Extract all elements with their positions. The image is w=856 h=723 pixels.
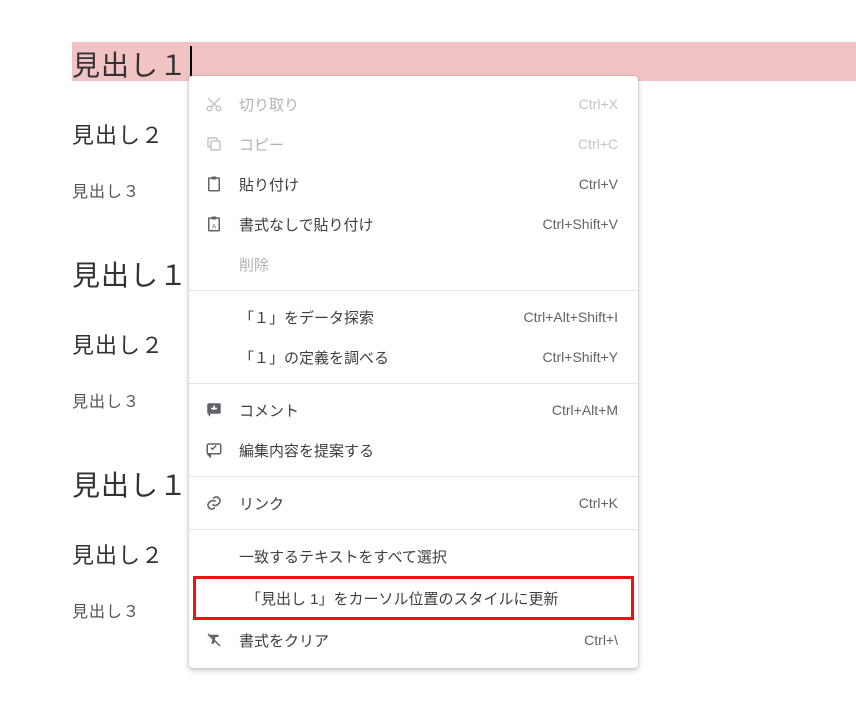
context-menu: 切り取り Ctrl+X コピー Ctrl+C 貼り付け Ctrl+V A 書式な…: [189, 76, 638, 668]
menu-item-comment[interactable]: コメント Ctrl+Alt+M: [189, 390, 638, 430]
text-cursor: [190, 46, 192, 76]
menu-label: コピー: [239, 134, 566, 155]
heading-text: 見出し１: [72, 470, 188, 501]
menu-shortcut: Ctrl+K: [579, 495, 618, 511]
menu-item-copy: コピー Ctrl+C: [189, 124, 638, 164]
menu-label: 書式をクリア: [239, 630, 572, 651]
menu-label: 書式なしで貼り付け: [239, 214, 531, 235]
menu-item-explore[interactable]: 「１」をデータ探索 Ctrl+Alt+Shift+I: [189, 297, 638, 337]
menu-label: コメント: [239, 400, 540, 421]
menu-shortcut: Ctrl+C: [578, 136, 618, 152]
menu-label: 「見出し 1」をカーソル位置のスタイルに更新: [246, 588, 611, 609]
menu-item-paste-plain[interactable]: A 書式なしで貼り付け Ctrl+Shift+V: [189, 204, 638, 244]
comment-icon: [203, 399, 225, 421]
paste-plain-icon: A: [203, 213, 225, 235]
menu-item-clear-format[interactable]: 書式をクリア Ctrl+\: [189, 620, 638, 660]
copy-icon: [203, 133, 225, 155]
menu-item-paste[interactable]: 貼り付け Ctrl+V: [189, 164, 638, 204]
menu-shortcut: Ctrl+Alt+Shift+I: [523, 309, 618, 325]
menu-shortcut: Ctrl+X: [579, 96, 618, 112]
heading-text: 見出し１: [72, 260, 188, 291]
menu-label: 一致するテキストをすべて選択: [239, 546, 618, 567]
cut-icon: [203, 93, 225, 115]
menu-shortcut: Ctrl+Shift+V: [543, 216, 618, 232]
heading-text: 見出し１: [72, 50, 188, 81]
menu-separator: [189, 383, 638, 384]
menu-separator: [189, 476, 638, 477]
menu-shortcut: Ctrl+V: [579, 176, 618, 192]
menu-separator: [189, 529, 638, 530]
menu-shortcut: Ctrl+Shift+Y: [543, 349, 618, 365]
heading-text: 見出し３: [72, 604, 140, 621]
heading-text: 見出し３: [72, 394, 140, 411]
menu-item-update-style[interactable]: 「見出し 1」をカーソル位置のスタイルに更新: [196, 579, 631, 617]
paste-icon: [203, 173, 225, 195]
menu-label: 貼り付け: [239, 174, 567, 195]
heading-text: 見出し３: [72, 184, 140, 201]
menu-shortcut: Ctrl+Alt+M: [552, 402, 618, 418]
svg-text:A: A: [212, 225, 216, 231]
link-icon: [203, 492, 225, 514]
menu-label: 削除: [239, 254, 618, 275]
suggest-icon: [203, 439, 225, 461]
heading-text: 見出し２: [72, 123, 164, 148]
menu-label: 切り取り: [239, 94, 567, 115]
menu-shortcut: Ctrl+\: [584, 632, 618, 648]
menu-item-cut: 切り取り Ctrl+X: [189, 84, 638, 124]
menu-label: 「１」の定義を調べる: [239, 347, 531, 368]
menu-item-link[interactable]: リンク Ctrl+K: [189, 483, 638, 523]
menu-label: 編集内容を提案する: [239, 440, 618, 461]
menu-item-delete: 削除: [189, 244, 638, 284]
heading-text: 見出し２: [72, 333, 164, 358]
menu-item-suggest[interactable]: 編集内容を提案する: [189, 430, 638, 470]
annotation-highlight-box: 「見出し 1」をカーソル位置のスタイルに更新: [193, 576, 634, 620]
heading-text: 見出し２: [72, 543, 164, 568]
menu-separator: [189, 290, 638, 291]
menu-label: 「１」をデータ探索: [239, 307, 511, 328]
menu-item-define[interactable]: 「１」の定義を調べる Ctrl+Shift+Y: [189, 337, 638, 377]
clear-format-icon: [203, 629, 225, 651]
menu-item-select-matching[interactable]: 一致するテキストをすべて選択: [189, 536, 638, 576]
menu-label: リンク: [239, 493, 567, 514]
